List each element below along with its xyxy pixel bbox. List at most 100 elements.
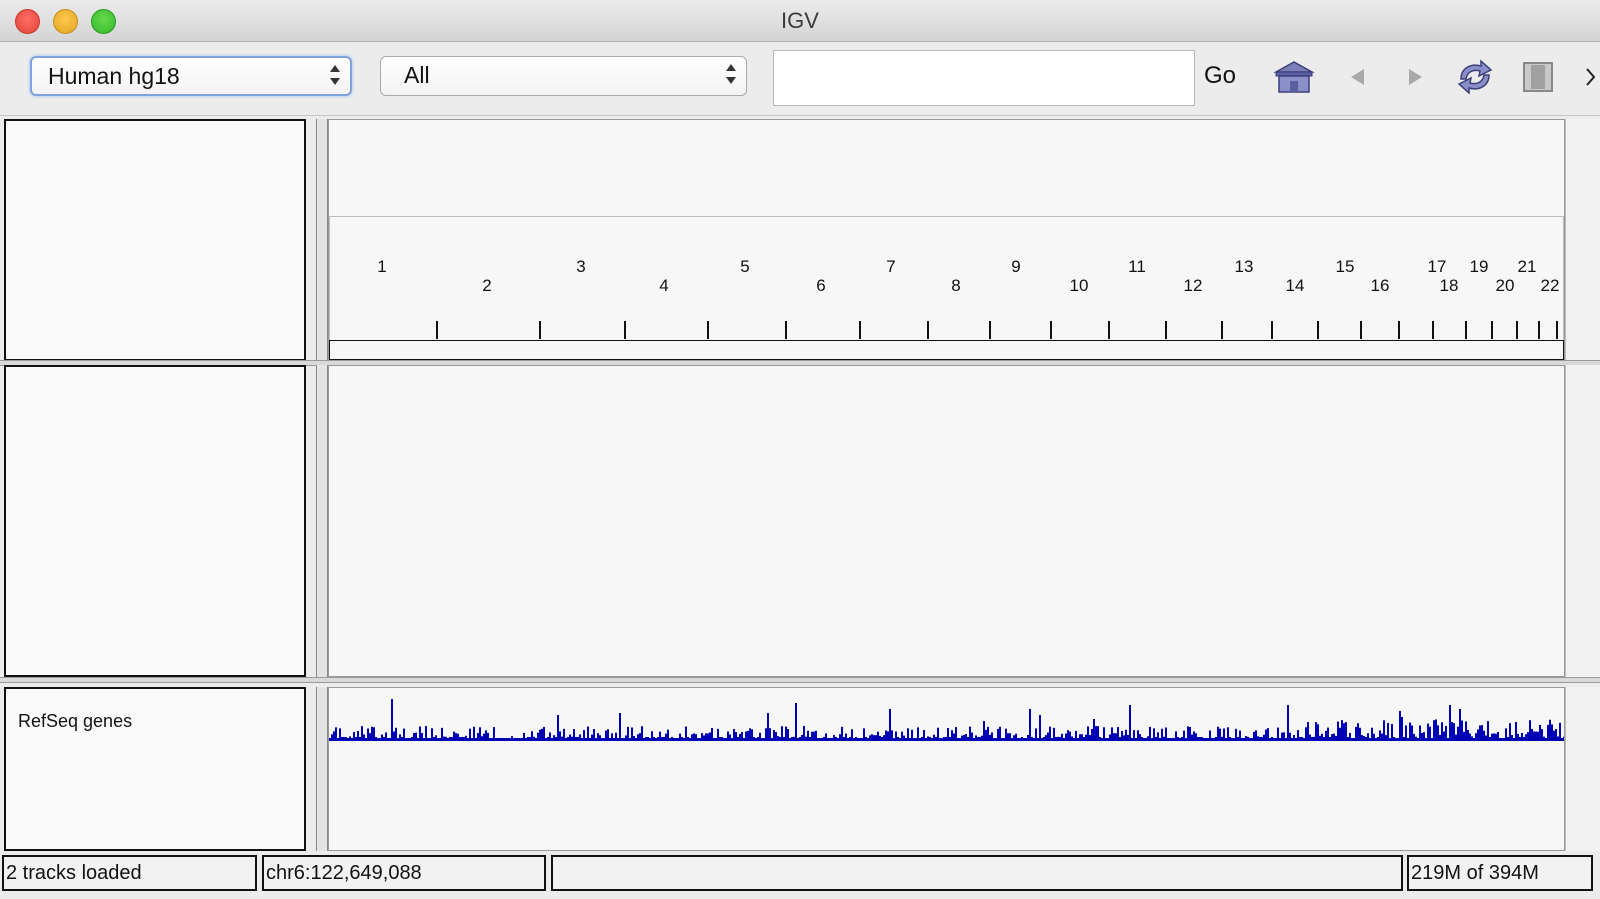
chromosome-label[interactable]: 8 bbox=[951, 276, 960, 296]
forward-icon[interactable] bbox=[1404, 54, 1428, 100]
chromosome-tick bbox=[1465, 321, 1467, 339]
gene-density-bar bbox=[773, 730, 775, 739]
chromosome-label[interactable]: 10 bbox=[1070, 276, 1089, 296]
gene-density-bar bbox=[663, 737, 665, 739]
gene-density-bar bbox=[1265, 729, 1267, 739]
gene-density-bar bbox=[559, 731, 561, 739]
chromosome-label[interactable]: 20 bbox=[1496, 276, 1515, 296]
gene-density-bar bbox=[1109, 734, 1111, 739]
gene-density-bar bbox=[395, 727, 397, 739]
gene-density-bar bbox=[357, 730, 359, 739]
chromosome-label[interactable]: 3 bbox=[576, 257, 585, 277]
gene-density-bar bbox=[1053, 727, 1055, 739]
panel-splitter[interactable] bbox=[0, 677, 1600, 683]
chromosome-label[interactable]: 11 bbox=[1128, 257, 1146, 277]
status-bar: 2 tracks loaded chr6:122,649,088 219M of… bbox=[0, 853, 1600, 899]
refresh-icon[interactable] bbox=[1452, 54, 1498, 100]
go-button[interactable]: Go bbox=[1204, 62, 1236, 90]
gene-density-bar bbox=[1457, 726, 1459, 739]
gene-density-bar bbox=[445, 736, 447, 739]
chromosome-label[interactable]: 9 bbox=[1011, 257, 1020, 277]
gene-density-bar bbox=[1197, 737, 1199, 739]
gene-density-bar bbox=[481, 736, 483, 739]
feature-panel[interactable] bbox=[328, 687, 1565, 851]
gene-density-bar bbox=[563, 728, 565, 739]
gene-density-bar bbox=[1091, 729, 1093, 739]
chromosome-label[interactable]: 12 bbox=[1184, 276, 1203, 296]
chromosome-label[interactable]: 5 bbox=[740, 257, 749, 277]
chromosome-label[interactable]: 19 bbox=[1470, 257, 1489, 277]
gene-density-bar bbox=[363, 734, 365, 739]
gene-density-bar bbox=[1373, 733, 1375, 739]
gene-density-bar bbox=[1133, 730, 1135, 739]
header-scrollbar[interactable] bbox=[1565, 119, 1600, 361]
chromosome-tick bbox=[624, 321, 626, 339]
refseq-genes-track[interactable] bbox=[329, 688, 1564, 768]
data-scrollbar[interactable] bbox=[1565, 365, 1600, 677]
gene-density-bar bbox=[1319, 735, 1321, 739]
gene-density-bar bbox=[1163, 736, 1165, 739]
gene-density-bar bbox=[799, 737, 801, 739]
gene-density-bar bbox=[367, 728, 369, 739]
gene-density-bar bbox=[1421, 733, 1423, 739]
gene-density-bar bbox=[547, 737, 549, 739]
gene-density-bar bbox=[721, 737, 723, 739]
chromosome-label[interactable]: 17 bbox=[1428, 257, 1447, 277]
gene-density-bar bbox=[815, 730, 817, 739]
gene-density-bar bbox=[747, 730, 749, 739]
gene-density-bar bbox=[1345, 722, 1347, 739]
resize-icon[interactable] bbox=[1582, 54, 1600, 100]
back-icon[interactable] bbox=[1345, 54, 1369, 100]
gene-density-bar bbox=[1435, 719, 1437, 739]
gene-density-bar bbox=[1371, 727, 1373, 739]
chromosome-label[interactable]: 18 bbox=[1440, 276, 1459, 296]
chromosome-label[interactable]: 2 bbox=[482, 276, 491, 296]
gene-density-bar bbox=[753, 737, 755, 739]
gene-density-bar bbox=[1403, 737, 1405, 739]
gene-density-bar bbox=[1451, 722, 1453, 739]
gene-density-bar bbox=[1235, 728, 1237, 739]
chromosome-label[interactable]: 21 bbox=[1518, 257, 1537, 277]
gene-density-bar bbox=[597, 733, 599, 739]
track-name-refseq-genes[interactable]: RefSeq genes bbox=[18, 711, 132, 732]
gene-density-bar bbox=[1549, 719, 1551, 739]
gene-density-bar bbox=[1429, 726, 1431, 739]
gene-density-bar bbox=[1323, 737, 1325, 739]
chromosome-label[interactable]: 1 bbox=[377, 257, 386, 277]
chromosome-label[interactable]: 15 bbox=[1336, 257, 1355, 277]
gene-density-bar bbox=[561, 736, 563, 739]
chromosome-label[interactable]: 22 bbox=[1541, 276, 1560, 296]
gene-density-bar bbox=[477, 733, 479, 739]
gene-density-bar bbox=[977, 737, 979, 739]
gene-density-bar bbox=[1349, 732, 1351, 739]
home-icon[interactable] bbox=[1272, 54, 1316, 100]
gene-density-bar bbox=[451, 737, 453, 739]
attribute-divider[interactable] bbox=[316, 119, 328, 361]
attribute-divider[interactable] bbox=[316, 365, 328, 677]
data-panel[interactable] bbox=[328, 365, 1565, 677]
chromosome-label[interactable]: 14 bbox=[1286, 276, 1305, 296]
gene-density-bar bbox=[469, 728, 471, 739]
gene-density-bar bbox=[889, 709, 891, 739]
feature-scrollbar[interactable] bbox=[1565, 687, 1600, 851]
gene-density-bar bbox=[1547, 724, 1549, 739]
attribute-divider[interactable] bbox=[316, 687, 328, 851]
gene-density-bar bbox=[807, 730, 809, 739]
gene-density-bar bbox=[1361, 735, 1363, 739]
gene-density-bar bbox=[415, 732, 417, 739]
gene-density-bar bbox=[805, 736, 807, 739]
ruler-panel[interactable]: 1 3 5 7 9 11 13 15 17 19 21 2 4 6 8 10 12 14 16 18 20 22 bbox=[328, 119, 1565, 361]
gene-density-bar bbox=[991, 732, 993, 739]
chromosome-label[interactable]: 7 bbox=[886, 257, 895, 277]
genome-select[interactable]: Human hg18 bbox=[30, 56, 352, 96]
chromosome-label[interactable]: 6 bbox=[816, 276, 825, 296]
chromosome-label[interactable]: 13 bbox=[1235, 257, 1254, 277]
gene-density-bar bbox=[1465, 721, 1467, 739]
locus-search-input[interactable] bbox=[773, 50, 1195, 106]
chromosome-label[interactable]: 16 bbox=[1371, 276, 1390, 296]
chromosome-tick bbox=[1360, 321, 1362, 339]
gene-density-bar bbox=[1215, 737, 1217, 739]
chromosome-label[interactable]: 4 bbox=[659, 276, 668, 296]
chromosome-select[interactable]: All bbox=[380, 56, 747, 96]
roi-icon[interactable] bbox=[1520, 54, 1556, 100]
